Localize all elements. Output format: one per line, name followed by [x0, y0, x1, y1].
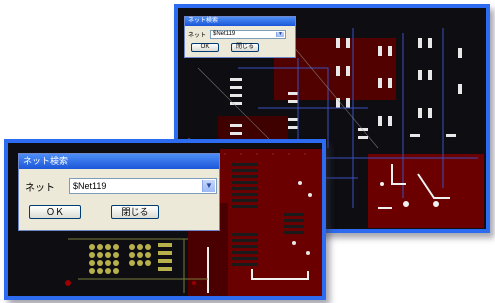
ok-button[interactable]: OK — [191, 43, 219, 52]
pcb-screenshot-front: ネット検索 ネット $Net119 ▼ ＯＫ 閉じる — [4, 139, 326, 300]
net-select[interactable]: $Net119 ▼ — [69, 178, 217, 194]
chevron-down-icon[interactable]: ▼ — [202, 180, 215, 192]
close-button[interactable]: 閉じる — [111, 205, 159, 219]
close-button[interactable]: 閉じる — [231, 43, 259, 52]
net-value: $Net119 — [73, 181, 107, 191]
net-select[interactable]: $Net119 ▼ — [210, 30, 287, 39]
ok-button[interactable]: ＯＫ — [29, 205, 81, 219]
net-label: ネット — [188, 33, 207, 39]
dialog-title: ネット検索 — [19, 154, 219, 169]
net-value: $Net119 — [213, 31, 236, 37]
net-search-dialog: ネット検索 ネット $Net119 ▼ ＯＫ 閉じる — [18, 153, 220, 231]
chevron-down-icon[interactable]: ▼ — [276, 32, 285, 37]
net-search-dialog-small: ネット検索 ネット $Net119 ▼ OK 閉じる — [184, 16, 296, 58]
dialog-title: ネット検索 — [185, 17, 295, 26]
net-label: ネット — [25, 182, 55, 194]
